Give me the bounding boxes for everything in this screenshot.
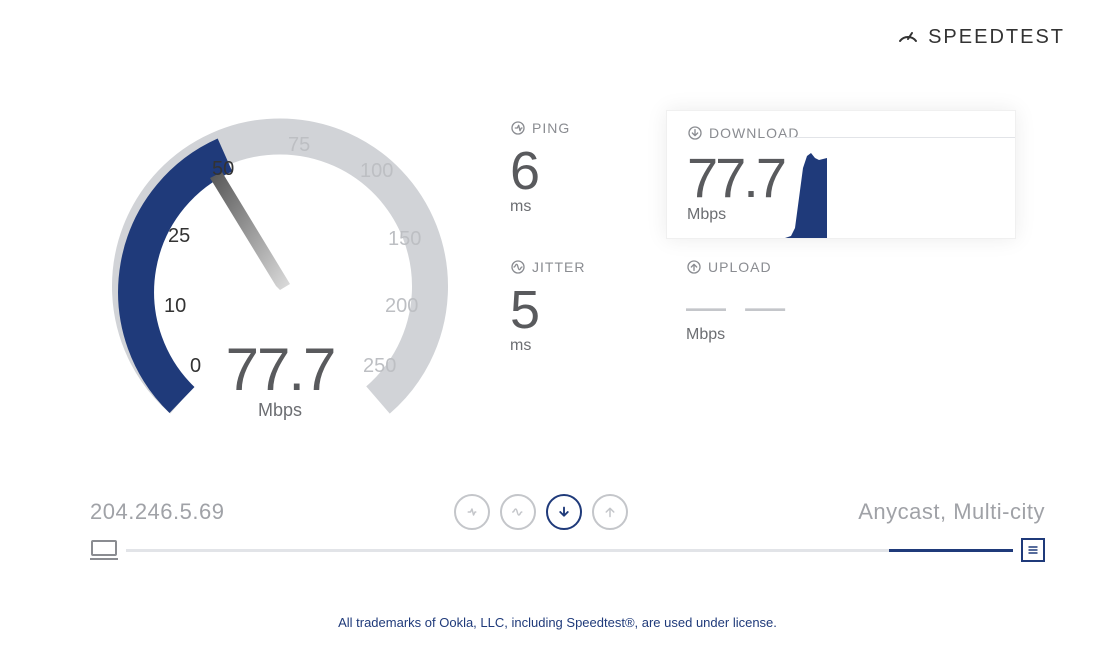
ping-unit: ms: [510, 198, 640, 216]
ping-icon: [510, 120, 526, 136]
stage-ping-icon: [454, 494, 490, 530]
server-icon: [1021, 538, 1045, 562]
gauge-tick-1: 10: [164, 295, 186, 318]
jitter-value: 5: [510, 279, 640, 341]
upload-icon: [686, 259, 702, 275]
ping-block: PING 6 ms: [490, 110, 660, 249]
jitter-unit: ms: [510, 337, 640, 355]
stage-download-icon: [546, 494, 582, 530]
ping-label: PING: [532, 120, 570, 136]
upload-value: — —: [686, 285, 996, 330]
ping-value: 6: [510, 140, 640, 202]
client-icon: [90, 539, 118, 561]
upload-block: UPLOAD — — Mbps: [666, 249, 1016, 365]
progress-bar: [126, 549, 1013, 552]
gauge-unit: Mbps: [180, 400, 380, 421]
stage-icons: [454, 494, 628, 530]
gauge-value: 77.7: [180, 335, 380, 404]
footer-text: All trademarks of Ookla, LLC, including …: [0, 615, 1115, 630]
download-sparkline: [785, 128, 1015, 238]
stage-jitter-icon: [500, 494, 536, 530]
jitter-label: JITTER: [532, 259, 585, 275]
brand-logo: SPEEDTEST: [896, 25, 1065, 49]
jitter-block: JITTER 5 ms: [490, 249, 660, 365]
stage-upload-icon: [592, 494, 628, 530]
server-location: Anycast, Multi-city: [858, 499, 1045, 525]
gauge-tick-5: 100: [360, 160, 393, 183]
download-card: DOWNLOAD 77.7 Mbps: [666, 110, 1016, 239]
upload-label: UPLOAD: [708, 259, 772, 275]
progress-bar-fill: [889, 549, 1013, 552]
jitter-icon: [510, 259, 526, 275]
speedtest-icon: [896, 25, 920, 49]
gauge-tick-7: 200: [385, 295, 418, 318]
ip-address: 204.246.5.69: [90, 499, 224, 525]
download-icon: [687, 125, 703, 141]
gauge-tick-3: 50: [212, 158, 234, 181]
gauge-tick-6: 150: [388, 228, 421, 251]
speed-gauge: 0 10 25 50 75 100 150 200 250 77.7 Mbps: [90, 90, 470, 470]
gauge-tick-4: 75: [288, 134, 310, 157]
gauge-tick-2: 25: [168, 225, 190, 248]
brand-name: SPEEDTEST: [928, 26, 1065, 49]
